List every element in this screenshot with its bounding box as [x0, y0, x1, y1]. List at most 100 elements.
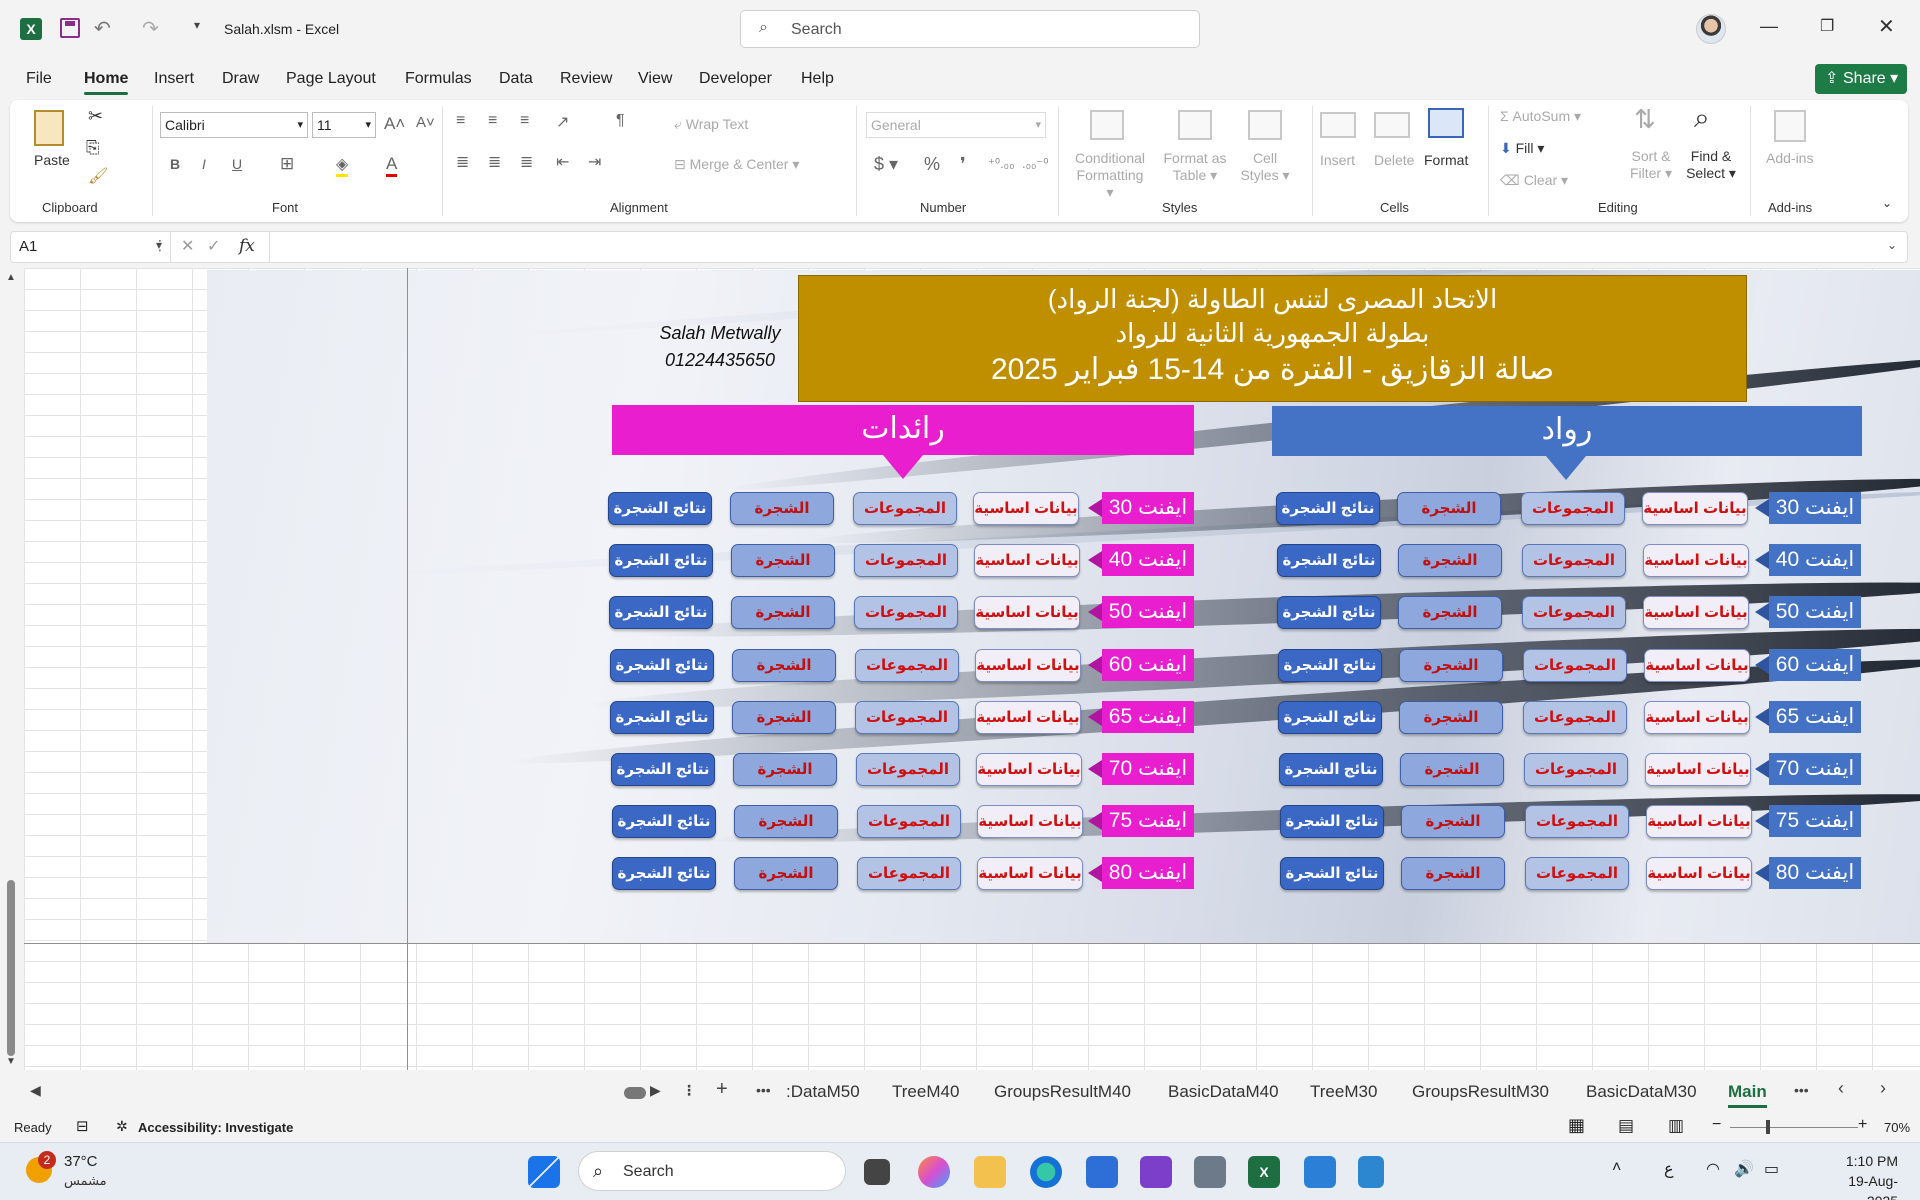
italic-icon[interactable]: I [202, 156, 206, 172]
women-tree-button[interactable]: الشجرة [734, 805, 838, 838]
fill-color-icon[interactable]: ◈ [336, 154, 349, 177]
women-basic-data-button[interactable]: بيانات اساسية [976, 753, 1082, 786]
women-tree-results-button[interactable]: نتائج الشجرة [612, 857, 716, 890]
battery-icon[interactable]: ▭ [1764, 1159, 1779, 1179]
women-tree-results-button[interactable]: نتائج الشجرة [608, 492, 712, 525]
more-options-icon[interactable]: ⋮ [153, 237, 167, 254]
women-tree-button[interactable]: الشجرة [732, 701, 836, 734]
women-basic-data-button[interactable]: بيانات اساسية [975, 649, 1081, 682]
volume-icon[interactable]: 🔊 [1734, 1159, 1754, 1179]
women-basic-data-button[interactable]: بيانات اساسية [977, 857, 1083, 890]
remote-desktop-icon[interactable] [1304, 1156, 1336, 1188]
vertical-scroll-thumb[interactable] [7, 880, 15, 1056]
sheet-tab[interactable]: BasicDataM40 [1168, 1082, 1279, 1102]
find-select-button[interactable]: Find & Select ▾ [1682, 148, 1740, 182]
macro-record-icon[interactable]: ⊟ [76, 1117, 89, 1135]
men-tree-results-button[interactable]: نتائج الشجرة [1279, 753, 1383, 786]
zoom-slider[interactable] [1730, 1127, 1858, 1128]
tab-review[interactable]: Review [560, 70, 612, 88]
prev-sheet-icon[interactable]: ‹ [1838, 1078, 1844, 1099]
system-clock[interactable]: 1:10 PM 19-Aug-2025 [1820, 1151, 1898, 1200]
women-groups-button[interactable]: المجموعات [855, 649, 959, 682]
save-icon[interactable] [60, 18, 80, 38]
ribbon-collapse-icon[interactable]: ⌄ [1882, 196, 1892, 210]
women-tree-button[interactable]: الشجرة [734, 857, 838, 890]
tab-file[interactable]: File [26, 70, 52, 88]
sheet-tab[interactable]: TreeM30 [1310, 1082, 1377, 1102]
men-groups-button[interactable]: المجموعات [1522, 544, 1626, 577]
accessibility-status[interactable]: Accessibility: Investigate [138, 1120, 293, 1135]
women-tree-button[interactable]: الشجرة [730, 492, 834, 525]
women-tree-results-button[interactable]: نتائج الشجرة [609, 544, 713, 577]
women-basic-data-button[interactable]: بيانات اساسية [974, 596, 1080, 629]
redo-icon[interactable]: ↷ [142, 16, 159, 41]
borders-icon[interactable]: ⊞ [280, 154, 294, 174]
men-basic-data-button[interactable]: بيانات اساسية [1644, 649, 1750, 682]
men-tree-results-button[interactable]: نتائج الشجرة [1280, 805, 1384, 838]
add-sheet-icon[interactable]: + [716, 1078, 728, 1101]
insert-function-icon[interactable]: fx [239, 236, 255, 256]
paste-button[interactable]: Paste [34, 152, 70, 168]
page-layout-view-icon[interactable]: ▤ [1618, 1116, 1634, 1136]
customize-quick-access-icon[interactable]: ▾ [194, 18, 200, 32]
more-sheets-icon[interactable]: ••• [756, 1082, 771, 1098]
tab-developer[interactable]: Developer [699, 70, 772, 88]
visual-studio-icon[interactable] [1140, 1156, 1172, 1188]
sheet-tab-active[interactable]: Main [1728, 1082, 1767, 1108]
sheet-tab[interactable]: :DataM50 [786, 1082, 860, 1102]
expand-formula-bar-icon[interactable]: ⌄ [1887, 238, 1897, 252]
scroll-up-icon[interactable]: ▲ [6, 272, 16, 283]
show-hidden-icons-icon[interactable]: ˄ [1612, 1159, 1621, 1177]
women-tree-results-button[interactable]: نتائج الشجرة [610, 649, 714, 682]
men-basic-data-button[interactable]: بيانات اساسية [1645, 753, 1751, 786]
vertical-scrollbar[interactable]: ▲ ▼ [0, 268, 24, 1070]
women-tree-button[interactable]: الشجرة [731, 544, 835, 577]
men-tree-results-button[interactable]: نتائج الشجرة [1276, 492, 1380, 525]
tab-insert[interactable]: Insert [154, 70, 194, 88]
comma-icon[interactable]: ❜ [960, 154, 966, 175]
format-as-table-button[interactable]: Format as Table ▾ [1162, 150, 1228, 184]
women-basic-data-button[interactable]: بيانات اساسية [974, 544, 1080, 577]
wrap-text-button[interactable]: ⤶ Wrap Text [674, 116, 748, 133]
tab-data[interactable]: Data [499, 70, 533, 88]
men-groups-button[interactable]: المجموعات [1525, 857, 1629, 890]
zoom-slider-thumb[interactable] [1766, 1120, 1770, 1134]
women-groups-button[interactable]: المجموعات [854, 544, 958, 577]
men-groups-button[interactable]: المجموعات [1522, 596, 1626, 629]
orientation-icon[interactable]: ↗ [556, 112, 569, 132]
men-tree-button[interactable]: الشجرة [1401, 805, 1505, 838]
user-avatar[interactable] [1696, 14, 1726, 44]
men-basic-data-button[interactable]: بيانات اساسية [1642, 492, 1748, 525]
scroll-left-icon[interactable]: ◀ [30, 1082, 41, 1099]
copilot-icon[interactable] [918, 1156, 950, 1188]
men-groups-button[interactable]: المجموعات [1521, 492, 1625, 525]
windows-start-icon[interactable] [528, 1156, 560, 1188]
women-groups-button[interactable]: المجموعات [857, 805, 961, 838]
women-tree-results-button[interactable]: نتائج الشجرة [609, 596, 713, 629]
sheet-tab[interactable]: GroupsResultM40 [994, 1082, 1131, 1102]
increase-indent-icon[interactable]: ⇥ [588, 152, 601, 172]
zoom-level[interactable]: 70% [1884, 1120, 1910, 1135]
zoom-in-icon[interactable]: + [1858, 1116, 1867, 1134]
women-groups-button[interactable]: المجموعات [855, 701, 959, 734]
next-sheet-icon[interactable]: › [1880, 1078, 1886, 1099]
tab-page-layout[interactable]: Page Layout [286, 70, 376, 88]
men-tree-results-button[interactable]: نتائج الشجرة [1277, 544, 1381, 577]
horizontal-scroll-thumb[interactable] [624, 1087, 646, 1099]
women-basic-data-button[interactable]: بيانات اساسية [973, 492, 1079, 525]
merge-center-button[interactable]: ⊟ Merge & Center ▾ [674, 156, 799, 173]
more-sheets-icon[interactable]: ••• [1794, 1082, 1809, 1098]
tab-split-icon[interactable]: ⋮ [682, 1082, 696, 1099]
men-groups-button[interactable]: المجموعات [1523, 649, 1627, 682]
percent-icon[interactable]: % [924, 154, 940, 175]
input-language[interactable]: ع [1664, 1159, 1674, 1179]
delete-cells-button[interactable]: Delete [1374, 152, 1414, 168]
sheet-tab[interactable]: BasicDataM30 [1586, 1082, 1697, 1102]
women-groups-button[interactable]: المجموعات [854, 596, 958, 629]
align-center-icon[interactable]: ≣ [488, 152, 501, 172]
tab-home[interactable]: Home [84, 70, 129, 95]
text-direction-icon[interactable]: ¶ [616, 112, 625, 130]
align-middle-icon[interactable]: ≡ [488, 112, 497, 130]
calculator-icon[interactable] [1194, 1156, 1226, 1188]
scroll-right-icon[interactable]: ▶ [650, 1082, 661, 1099]
